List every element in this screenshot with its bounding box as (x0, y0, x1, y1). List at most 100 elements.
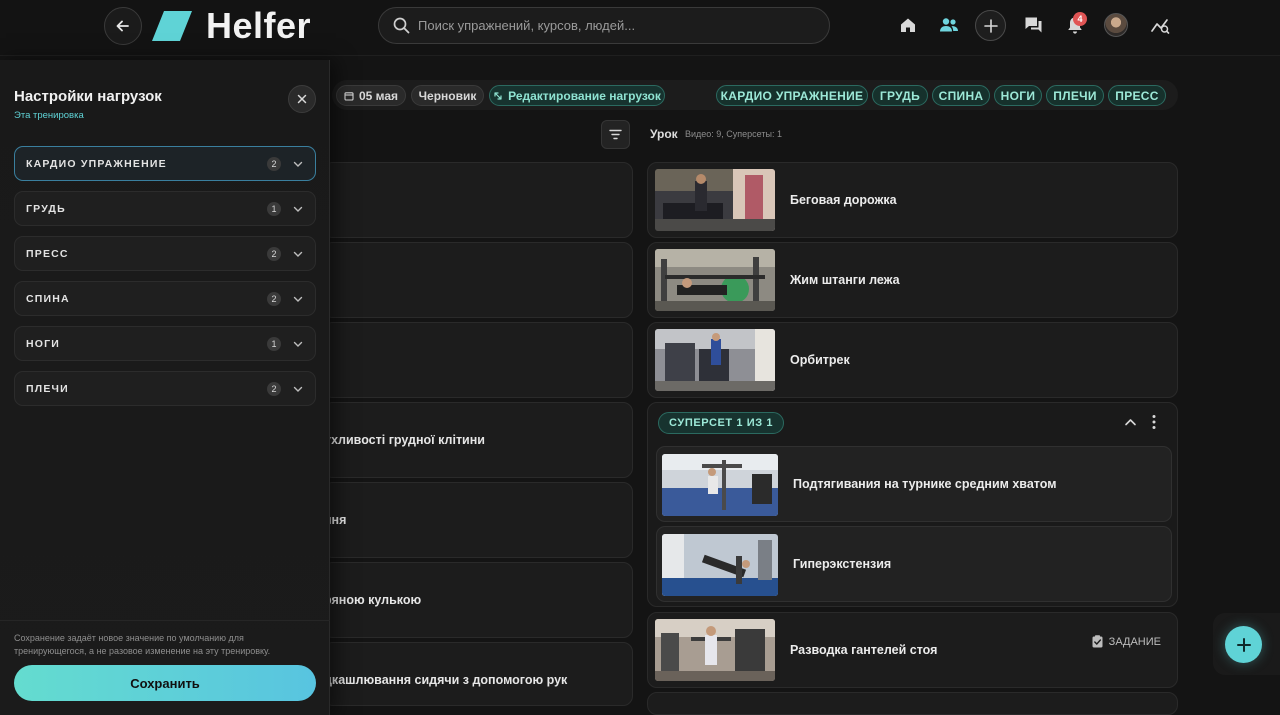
category-pill-label: НОГИ (1000, 88, 1036, 103)
category-row-chest[interactable]: ГРУДЬ 1 (14, 191, 316, 226)
status-label: Черновик (418, 88, 477, 103)
save-button[interactable]: Сохранить (14, 665, 316, 701)
exercise-thumbnail (662, 454, 778, 516)
sort-button[interactable] (601, 120, 630, 149)
search-input[interactable] (418, 18, 798, 33)
logo-text: Helfer (206, 5, 312, 46)
category-pill-abs[interactable]: ПРЕСС (1108, 85, 1166, 106)
more-vertical-icon[interactable] (1151, 414, 1157, 430)
home-button[interactable] (896, 13, 920, 37)
category-pill-back[interactable]: СПИНА (932, 85, 990, 106)
category-pill-label: ГРУДЬ (879, 88, 921, 103)
exercise-card[interactable]: Орбитрек (647, 322, 1178, 398)
exercise-thumbnail (655, 249, 775, 311)
category-count: 2 (267, 247, 281, 261)
add-exercise-button[interactable] (1225, 626, 1262, 663)
category-pill-shoulders[interactable]: ПЛЕЧИ (1046, 85, 1104, 106)
avatar[interactable] (1104, 13, 1128, 37)
status-pill[interactable]: Черновик (411, 85, 484, 106)
plus-icon (983, 18, 998, 33)
category-pill-cardio[interactable]: КАРДИО УПРАЖНЕНИЕ (716, 85, 868, 106)
edit-loads-pill[interactable]: Редактирование нагрузок (489, 85, 665, 106)
category-count: 1 (267, 202, 281, 216)
people-button[interactable] (937, 13, 961, 37)
back-button[interactable] (104, 7, 142, 45)
plus-icon (1236, 637, 1251, 652)
calendar-icon (344, 91, 354, 101)
category-row-abs[interactable]: ПРЕСС 2 (14, 236, 316, 271)
date-pill[interactable]: 05 мая (336, 85, 406, 106)
create-button[interactable] (975, 10, 1006, 41)
chevron-down-icon (293, 341, 303, 347)
list-item[interactable] (323, 242, 633, 318)
exercise-card[interactable]: Жим штанги лежа (647, 242, 1178, 318)
home-icon (901, 18, 915, 32)
chevron-down-icon (293, 251, 303, 257)
chevron-up-icon[interactable] (1124, 416, 1137, 429)
category-row-legs[interactable]: НОГИ 1 (14, 326, 316, 361)
list-item[interactable]: дкашлювання сидячи з допомогою рук (323, 642, 633, 706)
analytics-button[interactable] (1148, 13, 1172, 37)
panel-note: Сохранение задаёт новое значение по умол… (14, 633, 271, 656)
chat-icon (1025, 17, 1041, 33)
category-label: ПРЕСС (26, 248, 69, 260)
list-item[interactable]: ухливості грудної клітини (323, 402, 633, 478)
superset-label: СУПЕРСЕТ 1 ИЗ 1 (658, 412, 785, 434)
lesson-meta: Видео: 9, Суперсеты: 1 (685, 129, 782, 139)
category-pill-label: ПРЕСС (1115, 88, 1159, 103)
exercise-title: Орбитрек (790, 353, 850, 367)
category-row-back[interactable]: СПИНА 2 (14, 281, 316, 316)
logo[interactable]: Helfer (152, 8, 311, 44)
superset-block: СУПЕРСЕТ 1 ИЗ 1 Подтягивания на турнике … (647, 402, 1178, 607)
resize-arrows-icon (494, 91, 502, 100)
exercise-title: Жим штанги лежа (790, 273, 900, 287)
task-button[interactable]: ЗАДАНИЕ (1092, 635, 1161, 648)
category-row-shoulders[interactable]: ПЛЕЧИ 2 (14, 371, 316, 406)
analytics-icon (1151, 19, 1170, 34)
list-item[interactable]: ння (323, 482, 633, 558)
category-pill-label: СПИНА (938, 88, 984, 103)
exercise-card[interactable]: Беговая дорожка (647, 162, 1178, 238)
messages-button[interactable] (1021, 13, 1045, 37)
list-item-title: дкашлювання сидячи з допомогою рук (324, 673, 568, 687)
close-button[interactable] (288, 85, 316, 113)
exercise-card[interactable] (647, 692, 1178, 715)
exercise-title: Беговая дорожка (790, 193, 897, 207)
superset-exercise-card[interactable]: Гиперэкстензия (656, 526, 1172, 602)
exercise-card[interactable]: Разводка гантелей стоя ЗАДАНИЕ (647, 612, 1178, 688)
chevron-down-icon (293, 161, 303, 167)
exercise-thumbnail (655, 329, 775, 391)
category-row-cardio[interactable]: КАРДИО УПРАЖНЕНИЕ 2 (14, 146, 316, 181)
category-pill-label: ПЛЕЧИ (1053, 88, 1097, 103)
exercise-thumbnail (655, 619, 775, 681)
close-icon (297, 94, 307, 104)
lesson-title: Урок (650, 127, 678, 141)
edit-loads-label: Редактирование нагрузок (508, 88, 661, 103)
category-pill-chest[interactable]: ГРУДЬ (872, 85, 928, 106)
arrow-left-icon (116, 20, 129, 32)
list-item-title: ухливості грудної клітини (324, 433, 485, 447)
task-label: ЗАДАНИЕ (1108, 635, 1161, 648)
exercise-title: Подтягивания на турнике средним хватом (793, 477, 1057, 491)
search-box[interactable] (378, 7, 830, 44)
superset-exercise-card[interactable]: Подтягивания на турнике средним хватом (656, 446, 1172, 522)
panel-title: Настройки нагрузок (14, 88, 162, 105)
exercise-thumbnail (655, 169, 775, 231)
exercise-thumbnail (662, 534, 778, 596)
panel-divider (0, 620, 330, 621)
list-item-title: ряною кулькою (324, 593, 422, 607)
category-label: ПЛЕЧИ (26, 383, 69, 395)
list-item[interactable] (323, 162, 633, 238)
list-item[interactable] (323, 322, 633, 398)
category-count: 2 (267, 292, 281, 306)
category-label: НОГИ (26, 338, 61, 350)
chevron-down-icon (293, 296, 303, 302)
workout-filter-bar: 05 мая Черновик Редактирование нагрузок … (332, 80, 1178, 110)
search-icon (393, 17, 410, 34)
notifications-badge: 4 (1073, 12, 1087, 26)
category-label: ГРУДЬ (26, 203, 66, 215)
category-pill-legs[interactable]: НОГИ (994, 85, 1042, 106)
logo-mark-icon (152, 11, 192, 41)
list-item[interactable]: ряною кулькою (323, 562, 633, 638)
load-settings-panel: Настройки нагрузок Эта тренировка КАРДИО… (0, 60, 330, 715)
